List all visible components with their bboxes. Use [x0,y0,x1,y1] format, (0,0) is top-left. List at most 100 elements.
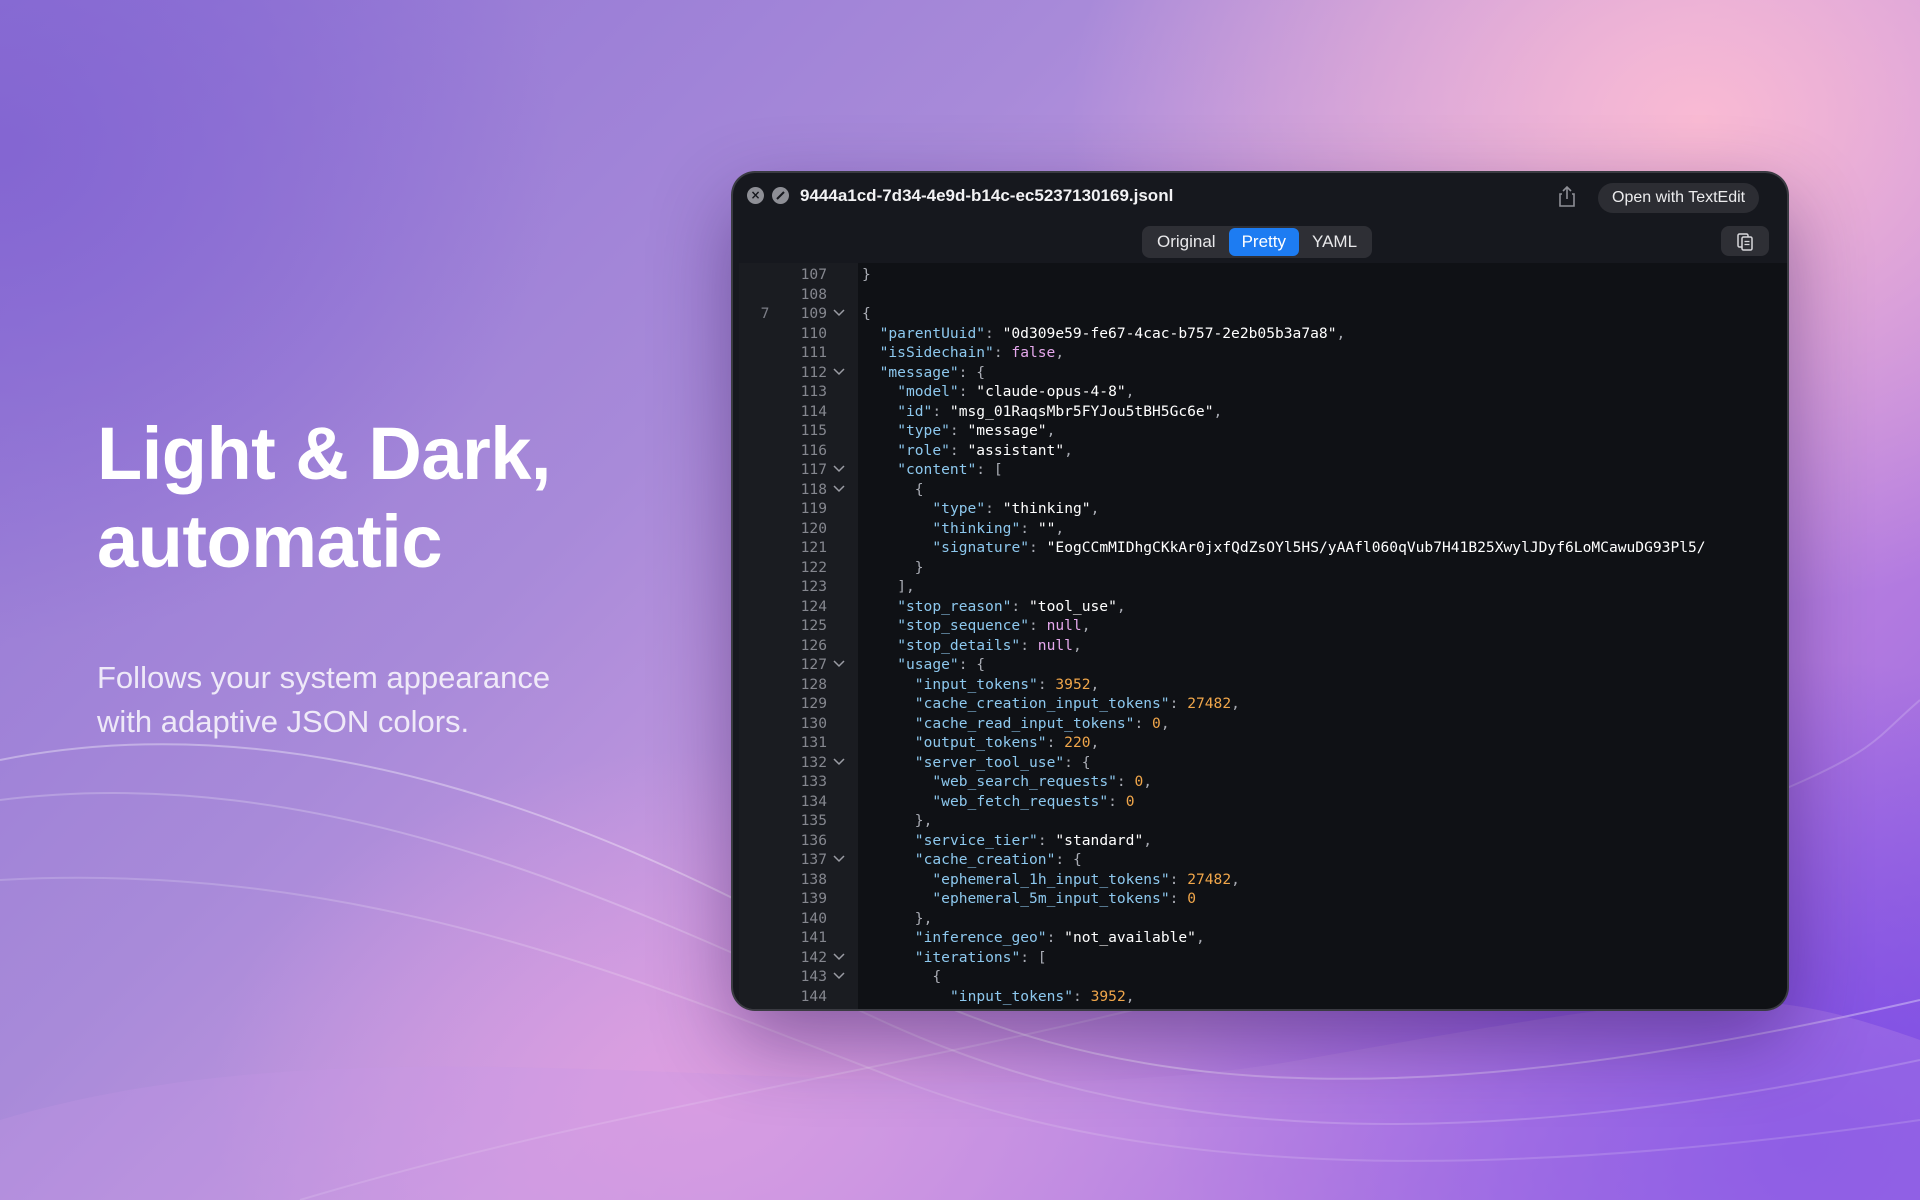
line-number: 124 [800,597,827,615]
chevron-down-icon[interactable] [833,971,845,981]
code-text: "stop_details": null, [897,636,1082,656]
code-text: "ephemeral_1h_input_tokens": 27482, [932,870,1240,890]
code-text: "isSidechain": false, [880,343,1065,363]
json-punctuation: : [958,383,977,400]
json-punctuation: , [1090,500,1100,517]
code-line: 131 "output_tokens": 220, [739,733,1787,753]
code-line: 127 "usage": { [739,655,1787,675]
json-key: "signature" [932,539,1030,556]
json-punctuation: : [1029,539,1047,556]
code-line: 136 "service_tier": "standard", [739,831,1787,851]
line-number: 138 [800,870,827,888]
json-punctuation: : [1028,617,1047,634]
tab-yaml[interactable]: YAML [1299,228,1370,256]
json-key: "web_search_requests" [932,773,1117,790]
hero-title-line-2: automatic [97,500,443,583]
line-number: 128 [800,675,827,693]
chevron-down-icon[interactable] [833,308,845,318]
code-text: "service_tier": "standard", [915,831,1152,851]
tab-original[interactable]: Original [1144,228,1229,256]
code-text: { [932,967,941,987]
copy-icon [1737,233,1753,251]
json-key: "cache_read_input_tokens" [914,714,1135,732]
code-text: "input_tokens": 3952, [950,987,1135,1007]
json-punctuation: : [1046,734,1065,751]
json-key: "server_tool_use" [914,753,1065,771]
json-punctuation: : [1020,519,1038,537]
json-key: "isSidechain" [879,344,994,361]
json-punctuation: : [1169,870,1188,888]
line-number: 123 [800,578,827,595]
json-number: 0 [1134,773,1144,790]
json-punctuation: , [1143,831,1153,849]
json-punctuation: : [1108,792,1126,810]
json-key: "iterations" [914,948,1021,966]
json-punctuation: , [1046,422,1056,439]
share-icon[interactable] [1553,183,1581,209]
json-key: "cache_creation" [914,851,1056,868]
code-text: "web_search_requests": 0, [932,772,1152,792]
code-text: { [862,304,871,324]
chevron-down-icon[interactable] [833,952,845,962]
json-key: "cache_creation_input_tokens" [914,695,1170,712]
chevron-down-icon[interactable] [833,484,845,494]
hero-title-line-1: Light & Dark, [97,412,551,495]
json-number: 0 [1187,890,1196,907]
minimize-icon[interactable] [772,187,789,204]
json-punctuation: , [1125,987,1135,1005]
json-string: "claude-opus-4-8" [976,383,1126,400]
json-string: "standard" [1055,831,1144,849]
chevron-down-icon[interactable] [833,757,845,767]
code-line: 113 "model": "claude-opus-4-8", [739,382,1787,402]
json-punctuation: , [1160,714,1170,732]
tab-pretty[interactable]: Pretty [1228,228,1299,256]
chevron-down-icon[interactable] [833,854,845,864]
line-number: 142 [800,948,827,966]
json-key: "ephemeral_5m_input_tokens" [932,890,1170,907]
open-with-textedit-button[interactable]: Open with TextEdit [1598,183,1760,213]
chevron-down-icon[interactable] [833,367,845,377]
json-punctuation: }, [914,812,933,829]
json-punctuation: , [1090,675,1100,693]
code-text: "model": "claude-opus-4-8", [897,382,1134,402]
json-key: "usage" [897,656,959,673]
line-number: 116 [800,441,827,459]
view-mode-tabs: Original Pretty YAML [1142,226,1373,258]
line-number: 112 [800,363,827,381]
json-punctuation: { [914,480,924,498]
code-line: 118 { [739,480,1787,500]
json-string: "" [1037,519,1056,537]
json-punctuation: , [1072,636,1082,654]
hero-subtitle-line-2: with adaptive JSON colors. [97,704,470,739]
json-string: "message" [967,422,1047,439]
json-punctuation: , [1195,929,1205,946]
code-text: "stop_sequence": null, [897,616,1090,636]
json-punctuation: : [1134,714,1153,732]
json-number: 27482 [1187,870,1232,888]
line-number: 109 [800,305,827,322]
close-icon[interactable]: × [747,187,764,204]
json-punctuation: , [1231,870,1240,888]
json-punctuation: : { [1064,753,1091,771]
copy-button[interactable] [1721,226,1769,256]
hero-subtitle-line-1: Follows your system appearance [97,660,551,695]
json-punctuation: : [1037,831,1056,849]
code-line: 139 "ephemeral_5m_input_tokens": 0 [739,889,1787,909]
code-text: }, [915,909,933,929]
line-number: 119 [800,500,827,517]
line-number: 140 [800,909,827,927]
json-punctuation: { [932,968,942,985]
code-line: 117 "content": [ [739,460,1787,480]
share-glyph [1559,185,1575,207]
hero-subtitle: Follows your system appearance with adapt… [97,656,551,744]
json-key: "parentUuid" [879,324,986,342]
code-text: "ephemeral_5m_input_tokens": 0 [932,889,1196,909]
chevron-down-icon[interactable] [833,659,845,669]
code-line: 107} [739,265,1787,285]
json-punctuation: , [1213,402,1223,420]
record-marker: 7 [760,305,770,322]
json-punctuation: } [862,266,871,283]
minimize-glyph [776,191,785,200]
line-number: 107 [800,266,827,283]
chevron-down-icon[interactable] [833,464,845,474]
